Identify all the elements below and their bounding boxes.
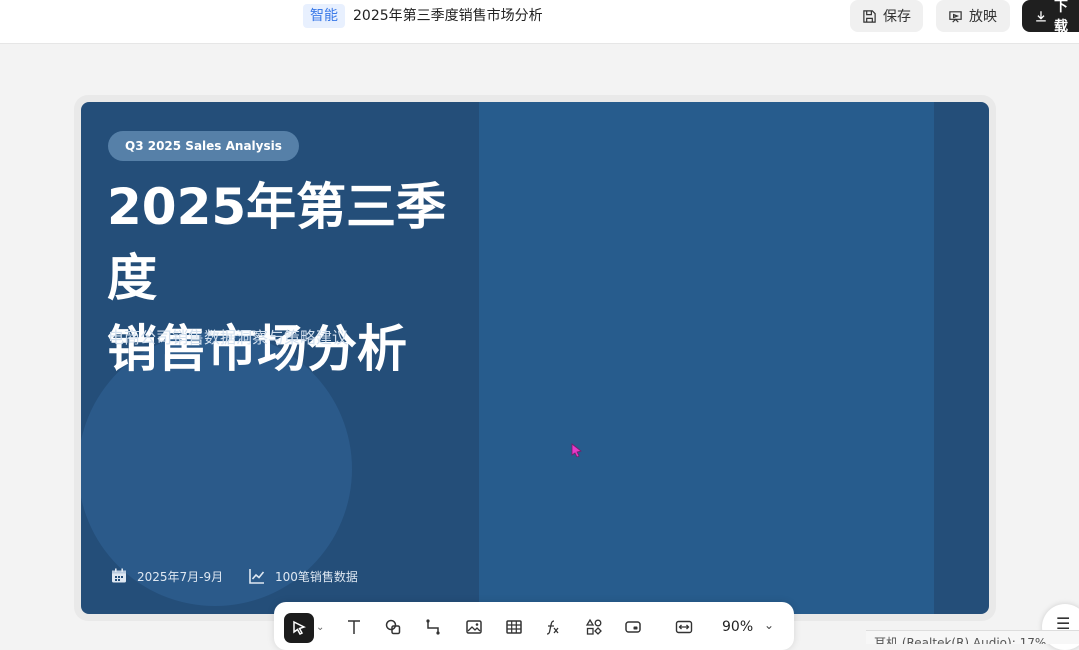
document-title[interactable]: 2025年第三季度销售市场分析 — [353, 4, 543, 28]
select-tool-caret-icon[interactable]: ⌄ — [316, 622, 324, 633]
top-bar: 智能 2025年第三季度销售市场分析 保存 放映 下载 — [0, 0, 1079, 44]
smart-tag[interactable]: 智能 — [303, 4, 345, 28]
mouse-cursor-icon — [571, 443, 582, 457]
presentation-icon — [949, 10, 962, 23]
image-icon — [466, 620, 482, 634]
components-icon — [585, 618, 602, 635]
download-button[interactable]: 下载 — [1022, 0, 1079, 35]
text-tool-button[interactable] — [343, 616, 365, 638]
table-tool-button[interactable] — [503, 616, 525, 638]
image-tool-button[interactable] — [463, 616, 485, 638]
play-label: 放映 — [969, 9, 997, 25]
table-icon — [506, 620, 522, 634]
slide-image-panel[interactable] — [479, 102, 934, 614]
meta-data-count[interactable]: 100笔销售数据 — [248, 567, 358, 585]
slide[interactable]: Q3 2025 Sales Analysis 2025年第三季度 销售市场分析 … — [81, 102, 989, 614]
zoom-level[interactable]: 90% — [722, 619, 753, 635]
play-button[interactable]: 放映 — [936, 0, 1010, 32]
save-label: 保存 — [883, 9, 911, 25]
date-range-text: 2025年7月-9月 — [137, 569, 224, 584]
meta-date[interactable]: 2025年7月-9月 — [110, 567, 223, 585]
connector-icon — [426, 619, 440, 635]
formula-icon — [546, 620, 559, 635]
shape-tool-button[interactable] — [382, 616, 404, 638]
frame-icon — [625, 621, 641, 633]
text-icon — [348, 620, 360, 634]
connector-tool-button[interactable] — [422, 616, 444, 638]
fit-width-icon — [675, 620, 693, 634]
shapes-icon — [385, 619, 401, 635]
slide-pill-label[interactable]: Q3 2025 Sales Analysis — [108, 131, 299, 161]
line-chart-icon — [249, 569, 265, 584]
slide-headline[interactable]: 2025年第三季度 销售市场分析 — [107, 172, 487, 385]
frame-tool-button[interactable] — [622, 616, 644, 638]
save-icon — [863, 9, 876, 23]
download-label: 下载 — [1053, 0, 1068, 35]
zoom-caret-icon[interactable]: ⌄ — [764, 618, 774, 632]
select-tool-button[interactable] — [284, 613, 314, 643]
component-tool-button[interactable] — [583, 616, 605, 638]
calendar-icon — [112, 568, 126, 583]
slide-subtitle[interactable]: 电商公司销售数据洞察与策略建议 — [108, 324, 348, 348]
bottom-toolbar: ⌄ 90% ⌄ — [274, 602, 794, 650]
fit-width-tool-button[interactable] — [673, 616, 695, 638]
formula-tool-button[interactable] — [542, 616, 564, 638]
headline-line-1: 2025年第三季度 — [107, 178, 447, 307]
data-count-text: 100笔销售数据 — [275, 569, 358, 584]
pointer-icon — [293, 620, 306, 635]
save-button[interactable]: 保存 — [850, 0, 923, 32]
download-icon — [1036, 10, 1046, 22]
